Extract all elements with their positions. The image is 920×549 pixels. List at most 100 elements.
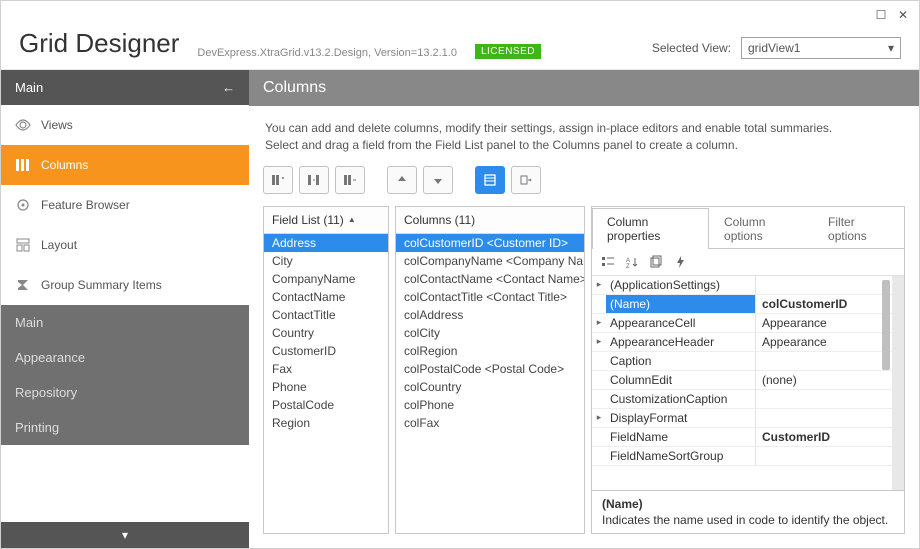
field-list-item[interactable]: PostalCode bbox=[264, 396, 388, 414]
sidebar-item-columns[interactable]: Columns bbox=[1, 145, 249, 185]
page-title: Columns bbox=[249, 70, 919, 106]
insert-column-button[interactable] bbox=[299, 166, 329, 194]
field-list-item[interactable]: CustomerID bbox=[264, 342, 388, 360]
events-icon[interactable] bbox=[670, 253, 690, 271]
sidebar-item-group-summary[interactable]: Group Summary Items bbox=[1, 265, 249, 305]
add-column-button[interactable] bbox=[263, 166, 293, 194]
property-key: AppearanceCell bbox=[606, 314, 756, 332]
selected-view-dropdown[interactable]: gridView1 ▾ bbox=[741, 37, 901, 59]
expand-icon[interactable]: ▸ bbox=[592, 333, 606, 351]
column-list-item[interactable]: colFax bbox=[396, 414, 584, 432]
property-row[interactable]: ColumnEdit(none) bbox=[592, 371, 892, 390]
field-list-item[interactable]: City bbox=[264, 252, 388, 270]
expand-icon[interactable] bbox=[592, 447, 606, 465]
field-list-item[interactable]: Country bbox=[264, 324, 388, 342]
expand-icon[interactable]: ▸ bbox=[592, 276, 606, 294]
expand-icon[interactable] bbox=[592, 352, 606, 370]
sidebar-group-appearance[interactable]: Appearance bbox=[1, 340, 249, 375]
property-row[interactable]: Caption bbox=[592, 352, 892, 371]
tab-column-properties[interactable]: Column properties bbox=[592, 208, 709, 249]
property-value[interactable] bbox=[756, 276, 892, 294]
column-list-item[interactable]: colContactTitle <Contact Title> bbox=[396, 288, 584, 306]
field-list-item[interactable]: Address bbox=[264, 234, 388, 252]
window-controls: ☐ ✕ bbox=[875, 9, 909, 21]
column-list-item[interactable]: colAddress bbox=[396, 306, 584, 324]
property-value[interactable]: (none) bbox=[756, 371, 892, 389]
field-list[interactable]: AddressCityCompanyNameContactNameContact… bbox=[264, 234, 388, 533]
field-list-item[interactable]: Region bbox=[264, 414, 388, 432]
property-value[interactable] bbox=[756, 447, 892, 465]
expand-icon[interactable] bbox=[592, 428, 606, 446]
property-row[interactable]: ▸DisplayFormat bbox=[592, 409, 892, 428]
collapse-icon[interactable]: ← bbox=[222, 80, 235, 95]
toolbar bbox=[263, 166, 905, 206]
property-row[interactable]: ▸AppearanceHeaderAppearance bbox=[592, 333, 892, 352]
field-list-item[interactable]: CompanyName bbox=[264, 270, 388, 288]
scrollbar-thumb[interactable] bbox=[882, 280, 890, 370]
property-pages-icon[interactable] bbox=[646, 253, 666, 271]
property-grid[interactable]: ▸(ApplicationSettings)(Name)colCustomerI… bbox=[592, 276, 904, 490]
chevron-down-icon: ▾ bbox=[888, 41, 894, 55]
sidebar-group-repository[interactable]: Repository bbox=[1, 375, 249, 410]
expand-icon[interactable] bbox=[592, 371, 606, 389]
column-list-item[interactable]: colCity bbox=[396, 324, 584, 342]
sidebar-item-views[interactable]: Views bbox=[1, 105, 249, 145]
property-row[interactable]: ▸(ApplicationSettings) bbox=[592, 276, 892, 295]
field-list-header[interactable]: Field List (11) ▲ bbox=[264, 207, 388, 234]
column-list-item[interactable]: colCompanyName <Company Name> bbox=[396, 252, 584, 270]
sidebar-item-feature-browser[interactable]: Feature Browser bbox=[1, 185, 249, 225]
field-list-item[interactable]: ContactTitle bbox=[264, 306, 388, 324]
property-row[interactable]: FieldNameCustomerID bbox=[592, 428, 892, 447]
property-key: DisplayFormat bbox=[606, 409, 756, 427]
property-value[interactable] bbox=[756, 409, 892, 427]
sidebar-expand-button[interactable]: ▾ bbox=[1, 522, 249, 548]
expand-icon[interactable] bbox=[592, 295, 606, 313]
maximize-icon[interactable]: ☐ bbox=[875, 9, 887, 21]
property-value[interactable]: colCustomerID bbox=[756, 295, 892, 313]
columns-list[interactable]: colCustomerID <Customer ID>colCompanyNam… bbox=[396, 234, 584, 533]
column-list-item[interactable]: colRegion bbox=[396, 342, 584, 360]
column-list-item[interactable]: colPhone bbox=[396, 396, 584, 414]
sidebar-header[interactable]: Main ← bbox=[1, 70, 249, 105]
expand-icon[interactable] bbox=[592, 390, 606, 408]
show-properties-button[interactable] bbox=[475, 166, 505, 194]
field-list-item[interactable]: Phone bbox=[264, 378, 388, 396]
property-row[interactable]: CustomizationCaption bbox=[592, 390, 892, 409]
property-description-text: Indicates the name used in code to ident… bbox=[602, 513, 888, 527]
sidebar-item-layout[interactable]: Layout bbox=[1, 225, 249, 265]
property-value[interactable] bbox=[756, 352, 892, 370]
move-up-button[interactable] bbox=[387, 166, 417, 194]
remove-column-button[interactable] bbox=[335, 166, 365, 194]
property-key: AppearanceHeader bbox=[606, 333, 756, 351]
body: Main ← Views Columns Feature Browser Lay… bbox=[1, 70, 919, 548]
column-list-item[interactable]: colPostalCode <Postal Code> bbox=[396, 360, 584, 378]
sort-asc-icon: ▲ bbox=[348, 215, 356, 224]
property-value[interactable] bbox=[756, 390, 892, 408]
field-list-item[interactable]: Fax bbox=[264, 360, 388, 378]
close-icon[interactable]: ✕ bbox=[897, 9, 909, 21]
sidebar-item-label: Group Summary Items bbox=[41, 278, 162, 292]
property-row[interactable]: FieldNameSortGroup bbox=[592, 447, 892, 466]
categorized-icon[interactable] bbox=[598, 253, 618, 271]
columns-header[interactable]: Columns (11) bbox=[396, 207, 584, 234]
sidebar-group-main[interactable]: Main bbox=[1, 305, 249, 340]
move-down-button[interactable] bbox=[423, 166, 453, 194]
property-row[interactable]: ▸AppearanceCellAppearance bbox=[592, 314, 892, 333]
alphabetical-icon[interactable]: AZ bbox=[622, 253, 642, 271]
tab-column-options[interactable]: Column options bbox=[709, 208, 813, 249]
property-value[interactable]: CustomerID bbox=[756, 428, 892, 446]
field-list-item[interactable]: ContactName bbox=[264, 288, 388, 306]
property-value[interactable]: Appearance bbox=[756, 333, 892, 351]
expand-icon[interactable]: ▸ bbox=[592, 409, 606, 427]
expand-icon[interactable]: ▸ bbox=[592, 314, 606, 332]
panels: Field List (11) ▲ AddressCityCompanyName… bbox=[263, 206, 905, 534]
sidebar-item-label: Feature Browser bbox=[41, 198, 130, 212]
sidebar-group-printing[interactable]: Printing bbox=[1, 410, 249, 445]
column-list-item[interactable]: colCustomerID <Customer ID> bbox=[396, 234, 584, 252]
property-value[interactable]: Appearance bbox=[756, 314, 892, 332]
column-list-item[interactable]: colContactName <Contact Name> bbox=[396, 270, 584, 288]
retrieve-fields-button[interactable] bbox=[511, 166, 541, 194]
tab-filter-options[interactable]: Filter options bbox=[813, 208, 904, 249]
property-row[interactable]: (Name)colCustomerID bbox=[592, 295, 892, 314]
column-list-item[interactable]: colCountry bbox=[396, 378, 584, 396]
